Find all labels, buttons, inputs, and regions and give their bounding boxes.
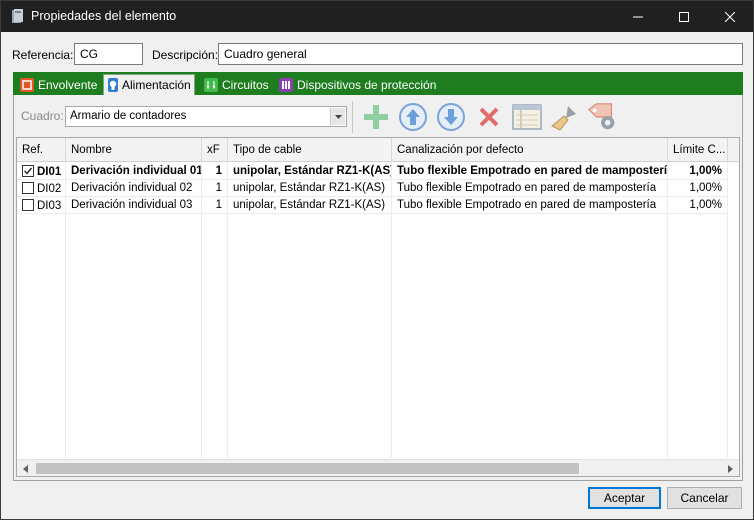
move-down-icon [437, 103, 465, 131]
tab-label: Circuitos [222, 77, 269, 92]
tab-label: Dispositivos de protección [297, 77, 437, 92]
table-row[interactable]: DI01 Derivación individual 01 1 unipolar… [17, 163, 739, 180]
move-up-button[interactable] [397, 101, 429, 133]
row-ref-cell: DI01 [17, 163, 66, 180]
table-header: Ref. Nombre xF Tipo de cable Canalizació… [17, 138, 739, 162]
scroll-thumb[interactable] [36, 463, 579, 474]
table-view-button[interactable] [511, 101, 543, 133]
circuits-icon [204, 77, 218, 92]
cuadro-label: Cuadro: [21, 109, 64, 123]
row-canalizacion: Tubo flexible Empotrado en pared de mamp… [392, 163, 668, 180]
row-canalizacion: Tubo flexible Empotrado en pared de mamp… [392, 197, 668, 214]
title-bar: Propiedades del elemento [1, 1, 753, 32]
row-nombre: Derivación individual 03 [66, 197, 202, 214]
tab-dispositivos-proteccion[interactable]: Dispositivos de protección [275, 74, 440, 95]
cancel-button[interactable]: Cancelar [667, 487, 742, 509]
tab-envolvente[interactable]: Envolvente [16, 74, 101, 95]
protection-devices-icon [279, 77, 293, 92]
column-header-canalizacion[interactable]: Canalización por defecto [392, 138, 668, 162]
dialog-window: Propiedades del elemento Referencia: CG … [0, 0, 754, 520]
horizontal-scrollbar[interactable] [17, 459, 739, 476]
maximize-icon [679, 11, 689, 22]
tag-settings-icon [588, 103, 615, 130]
scroll-left-button[interactable] [17, 460, 34, 476]
row-tipo-cable: unipolar, Estándar RZ1-K(AS) [228, 163, 392, 180]
row-nombre: Derivación individual 02 [66, 180, 202, 197]
close-icon [725, 11, 735, 22]
row-limite: 1,00% [668, 180, 728, 197]
add-icon [364, 105, 388, 129]
chevron-right-icon [728, 464, 733, 473]
tab-label: Envolvente [38, 77, 98, 92]
row-xf: 1 [202, 180, 228, 197]
accept-button[interactable]: Aceptar [588, 487, 661, 509]
chevron-left-icon [23, 464, 28, 473]
row-tipo-cable: unipolar, Estándar RZ1-K(AS) [228, 180, 392, 197]
chevron-down-icon[interactable] [330, 108, 345, 125]
row-ref-cell: DI02 [17, 180, 66, 197]
close-button[interactable] [707, 1, 753, 32]
row-nombre: Derivación individual 01 [66, 163, 202, 180]
table-row[interactable]: DI03 Derivación individual 03 1 unipolar… [17, 197, 739, 214]
column-header-tipo-cable[interactable]: Tipo de cable [228, 138, 392, 162]
row-checkbox[interactable] [22, 182, 34, 194]
minimize-icon [633, 16, 643, 17]
maximize-button[interactable] [661, 1, 707, 32]
move-down-button[interactable] [435, 101, 467, 133]
column-header-limite[interactable]: Límite C... [668, 138, 728, 162]
tab-circuitos[interactable]: Circuitos [200, 74, 273, 95]
row-canalizacion: Tubo flexible Empotrado en pared de mamp… [392, 180, 668, 197]
tag-settings-button[interactable] [587, 101, 619, 133]
row-checkbox[interactable] [22, 199, 34, 211]
row-checkbox[interactable] [22, 165, 34, 177]
row-xf: 1 [202, 197, 228, 214]
referencia-label: Referencia: [12, 48, 74, 62]
row-tipo-cable: unipolar, Estándar RZ1-K(AS) [228, 197, 392, 214]
row-ref: DI02 [37, 183, 62, 195]
tab-alimentacion[interactable]: Alimentación [103, 74, 195, 95]
delete-button[interactable] [473, 101, 505, 133]
bulb-icon [108, 78, 118, 92]
row-ref: DI01 [37, 166, 62, 178]
add-button[interactable] [360, 101, 392, 133]
column-header-ref[interactable]: Ref. [17, 138, 66, 162]
minimize-button[interactable] [615, 1, 661, 32]
column-header-nombre[interactable]: Nombre [66, 138, 202, 162]
table-row[interactable]: DI02 Derivación individual 02 1 unipolar… [17, 180, 739, 197]
tab-label: Alimentación [122, 78, 191, 92]
brush-button[interactable] [549, 101, 581, 133]
app-icon [11, 9, 23, 24]
cuadro-select-value: Armario de contadores [70, 110, 187, 122]
row-limite: 1,00% [668, 197, 728, 214]
row-ref-cell: DI03 [17, 197, 66, 214]
column-header-xf[interactable]: xF [202, 138, 228, 162]
toolbar-separator [352, 101, 353, 133]
circuits-table: Ref. Nombre xF Tipo de cable Canalizació… [16, 137, 740, 477]
scroll-right-button[interactable] [722, 460, 739, 476]
move-up-icon [399, 103, 427, 131]
row-xf: 1 [202, 163, 228, 180]
brush-icon [551, 106, 576, 131]
delete-icon [479, 107, 499, 127]
descripcion-label: Descripción: [152, 48, 219, 62]
row-limite: 1,00% [668, 163, 728, 180]
table-view-icon [512, 104, 542, 130]
window-title: Propiedades del elemento [31, 9, 177, 23]
row-ref: DI03 [37, 200, 62, 212]
descripcion-field[interactable]: Cuadro general [218, 43, 743, 65]
enclosure-icon [20, 77, 34, 92]
referencia-field[interactable]: CG [74, 43, 143, 65]
tab-bar: Envolvente Alimentación Circuitos Dispos… [13, 72, 743, 95]
cuadro-select[interactable]: Armario de contadores [65, 106, 347, 127]
checkmark-icon [24, 167, 33, 175]
